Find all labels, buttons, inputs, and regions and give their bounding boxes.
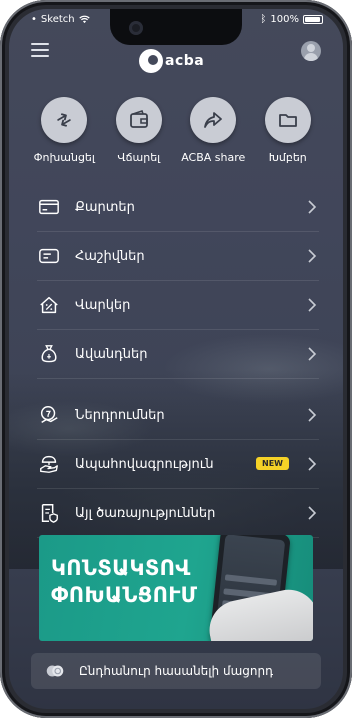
quick-action-label: ACBA share [181,151,246,164]
menu-item-other-services[interactable]: Այլ ծառայություններ [37,489,319,538]
menu-item-label: Վարկեր [75,297,131,313]
camera-icon [129,21,143,35]
banner-line: ԿՈՆՏԱԿՏՈՎ [51,556,191,580]
acba-logo: acba [139,49,204,73]
menu-item-cards[interactable]: Քարտեր [37,183,319,232]
app-screen: • Sketch ᛒ 100% acba Փոխանցել Վճարել ACB… [9,9,343,709]
wifi-icon [78,15,90,24]
quick-action-groups[interactable]: Խմբեր [252,97,324,164]
promo-banner[interactable]: ԿՈՆՏԱԿՏՈՎ ՓՈԽԱՆՑՈՒՄ [39,535,313,641]
chevron-right-icon [308,408,317,422]
total-balance-button[interactable]: Ընդհանուր հասանելի մացորդ [31,653,321,689]
account-icon [37,244,61,268]
card-icon [37,195,61,219]
battery-icon [303,15,323,24]
quick-action-label: Վճարել [117,151,161,164]
bluetooth-icon: ᛒ [260,14,267,25]
quick-action-acba-share[interactable]: ACBA share [177,97,249,164]
chevron-right-icon [308,506,317,520]
menu-item-accounts[interactable]: Հաշիվներ [37,232,319,281]
menu-item-deposits[interactable]: Ավանդներ [37,330,319,379]
menu-item-label: Քարտեր [75,199,135,215]
quick-action-pay[interactable]: Վճարել [103,97,175,164]
menu-item-label: Ապահովագրություն [75,456,214,472]
home-percent-icon [37,293,61,317]
signal-icon: • [31,14,37,25]
menu-hamburger-icon[interactable] [31,43,49,57]
menu-item-insurance[interactable]: Ապահովագրություն NEW [37,440,319,489]
total-balance-label: Ընդհանուր հասանելի մացորդ [79,664,274,678]
chevron-right-icon [308,457,317,471]
phone-frame: • Sketch ᛒ 100% acba Փոխանցել Վճարել ACB… [0,0,352,718]
menu-item-label: Ներդրումներ [75,407,165,423]
menu-item-label: Հաշիվներ [75,248,145,264]
coins-icon [43,659,67,683]
wallet-icon[interactable] [115,97,162,143]
money-bag-icon [37,342,61,366]
investment-icon [37,403,61,427]
acba-logo-icon [139,49,163,73]
transfer-arrows-icon[interactable] [41,97,88,143]
new-badge: NEW [256,457,289,470]
main-menu: Քարտեր Հաշիվներ Վարկեր Ավանդներ Ներդրում… [37,183,319,538]
quick-action-transfer[interactable]: Փոխանցել [28,97,100,164]
logo-text: acba [165,53,205,69]
chevron-right-icon [308,200,317,214]
battery-percent: 100% [270,14,299,25]
services-icon [37,501,61,525]
chevron-right-icon [308,347,317,361]
chevron-right-icon [308,249,317,263]
share-icon[interactable] [190,97,237,143]
folder-icon[interactable] [264,97,311,143]
quick-action-label: Խմբեր [268,151,307,164]
quick-action-label: Փոխանցել [33,151,95,164]
menu-item-label: Ավանդներ [75,346,148,362]
banner-headline: ԿՈՆՏԱԿՏՈՎ ՓՈԽԱՆՑՈՒՄ [51,555,197,609]
menu-item-loans[interactable]: Վարկեր [37,281,319,330]
menu-item-investments[interactable]: Ներդրումներ [37,391,319,440]
insurance-icon [37,452,61,476]
menu-item-label: Այլ ծառայություններ [75,505,216,521]
chevron-right-icon [308,298,317,312]
banner-line: ՓՈԽԱՆՑՈՒՄ [51,583,198,607]
carrier-label: Sketch [40,14,75,25]
quick-actions: Փոխանցել Վճարել ACBA share Խմբեր [9,97,343,164]
profile-avatar-icon[interactable] [301,41,321,61]
